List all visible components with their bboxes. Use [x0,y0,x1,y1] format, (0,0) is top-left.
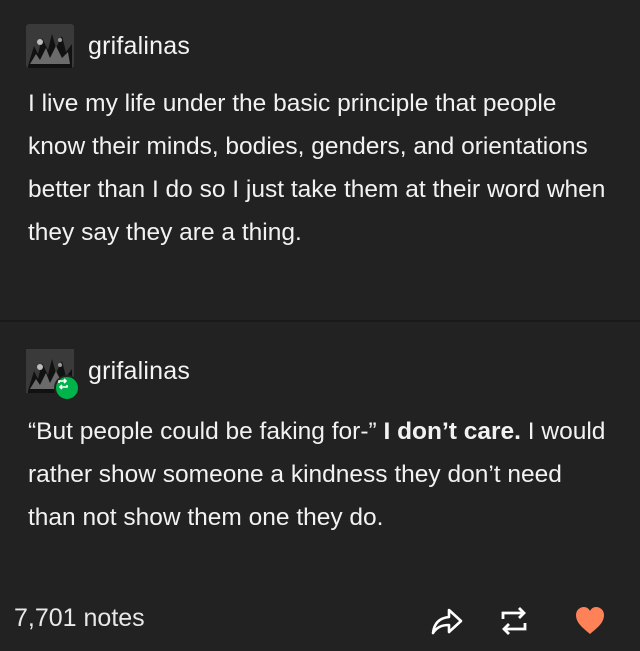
share-icon[interactable] [430,604,464,638]
avatar-image [26,24,74,68]
quote-text: “But people could be faking for-” [28,418,377,445]
post-footer: 7,701 notes [0,592,640,651]
post-body: I live my life under the basic principle… [28,90,606,246]
heart-icon[interactable] [573,604,607,638]
username[interactable]: grifalinas [88,357,190,386]
reblog-badge-icon [54,375,80,401]
reblog-icon[interactable] [497,604,531,638]
avatar[interactable] [26,24,74,68]
post-divider [0,320,640,322]
reblog-header: grifalinas [26,349,190,401]
username[interactable]: grifalinas [88,32,190,61]
avatar[interactable] [26,349,80,401]
bold-text: I don’t care. [383,418,521,445]
reblog-body: “But people could be faking for-” I don’… [28,410,613,539]
post-header: grifalinas [26,24,190,68]
notes-count[interactable]: 7,701 notes [14,604,145,633]
